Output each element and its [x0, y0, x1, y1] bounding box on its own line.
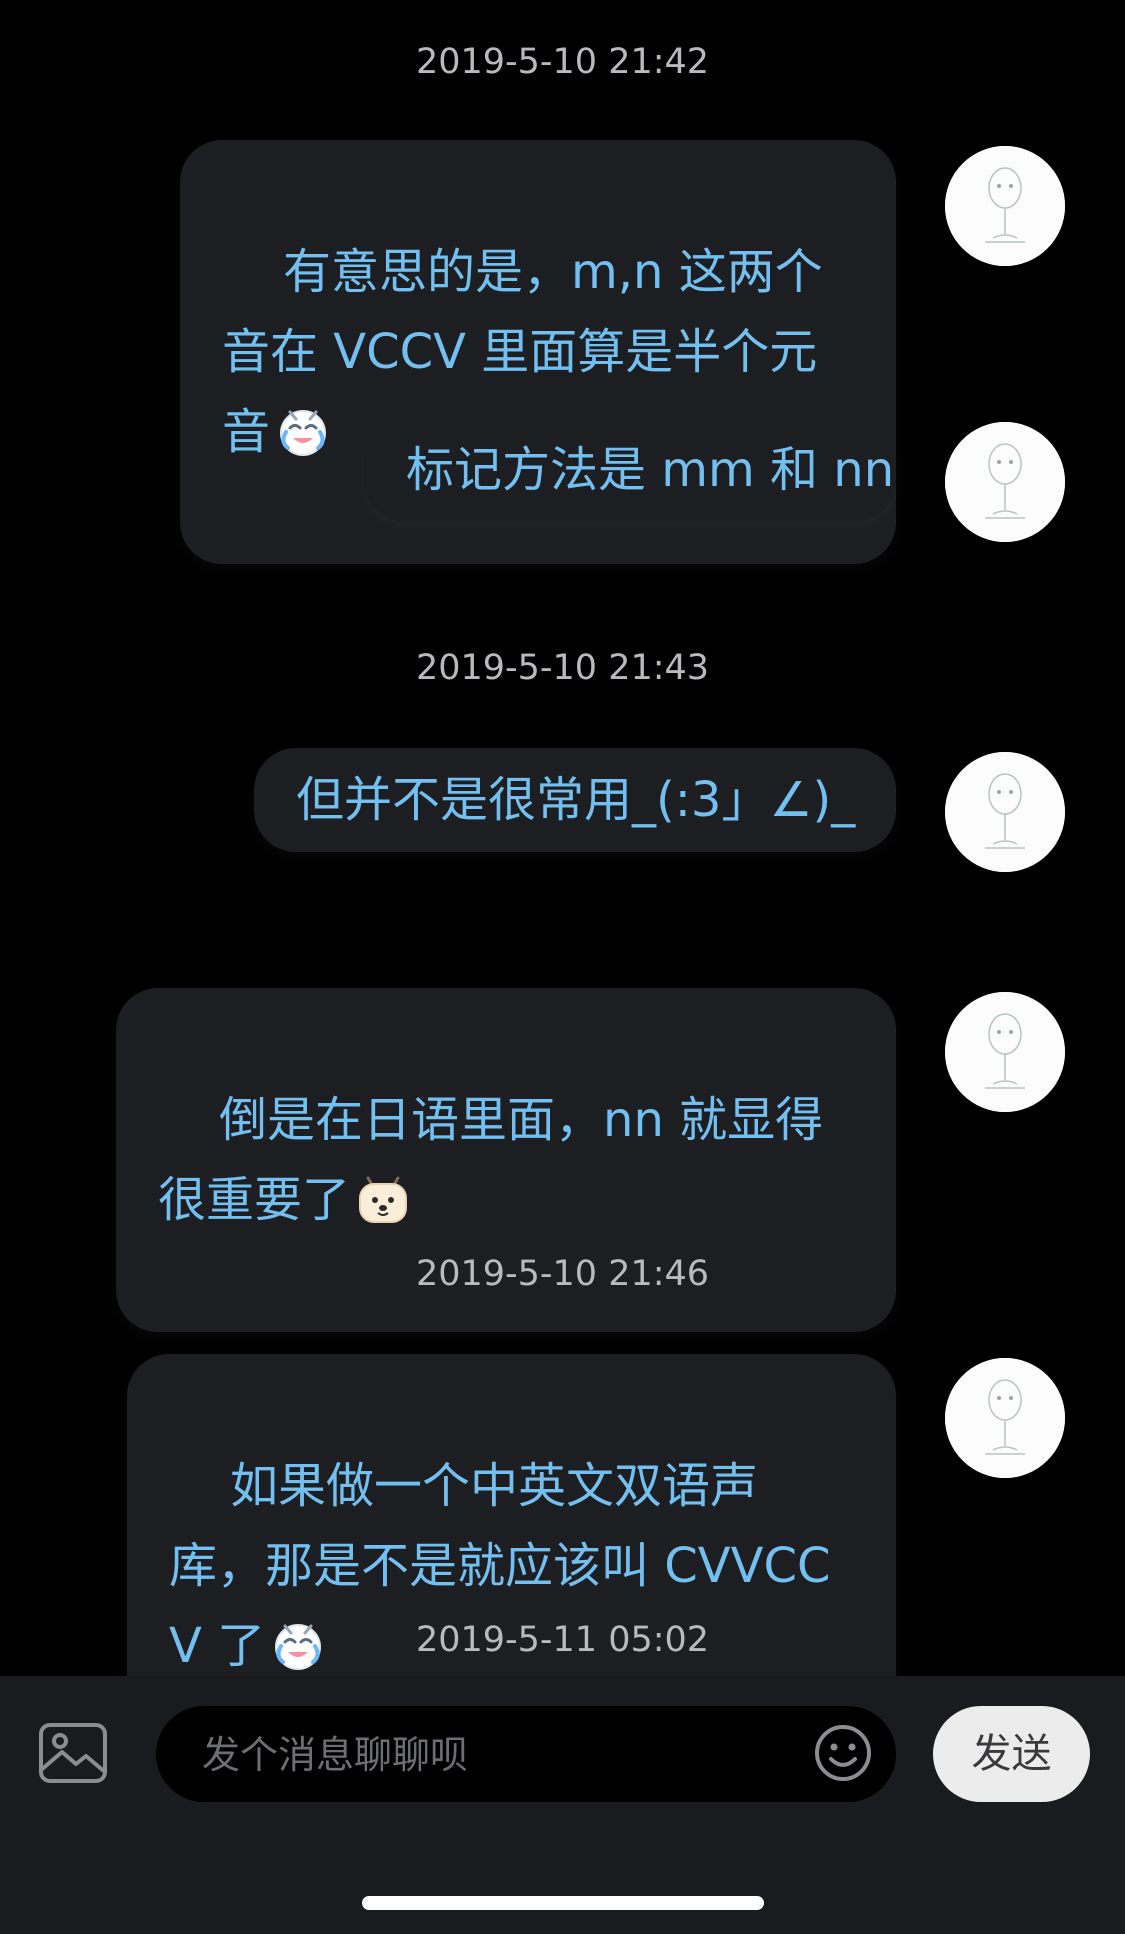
message-composer: 发送: [0, 1676, 1125, 1934]
timestamp: 2019-5-10 21:42: [415, 42, 710, 82]
home-indicator: [362, 1896, 764, 1910]
message-text: 倒是在日语里面，nn 就显得很重要了: [158, 1092, 824, 1228]
image-button[interactable]: [38, 1722, 108, 1784]
image-icon: [39, 1723, 107, 1783]
message-text: 标记方法是 mm 和 nn: [406, 442, 895, 498]
chat-message-list[interactable]: 2019-5-10 21:42 有意思的是，m,n 这两个音在 VCCV 里面算…: [0, 0, 1125, 1778]
timestamp: 2019-5-11 05:02: [415, 1620, 710, 1660]
smiley-face-icon: [815, 1725, 871, 1781]
crying-laughing-emoji-icon: [276, 402, 330, 456]
user-avatar[interactable]: [945, 1358, 1065, 1478]
message-bubble[interactable]: 但并不是很常用_(:3」∠)_: [254, 748, 896, 852]
user-avatar[interactable]: [945, 422, 1065, 542]
message-input-wrapper: [156, 1706, 896, 1804]
timestamp: 2019-5-10 21:46: [415, 1254, 710, 1294]
emoji-button[interactable]: [814, 1724, 872, 1782]
message-text: 但并不是很常用_(:3」∠)_: [296, 772, 856, 828]
user-avatar[interactable]: [945, 146, 1065, 266]
send-button[interactable]: 发送: [933, 1706, 1090, 1802]
user-avatar[interactable]: [945, 992, 1065, 1112]
dog-face-emoji-icon: [356, 1170, 410, 1224]
timestamp: 2019-5-10 21:43: [415, 648, 710, 688]
message-input[interactable]: [200, 1706, 780, 1804]
user-avatar[interactable]: [945, 752, 1065, 872]
message-bubble[interactable]: 标记方法是 mm 和 nn: [364, 418, 896, 522]
